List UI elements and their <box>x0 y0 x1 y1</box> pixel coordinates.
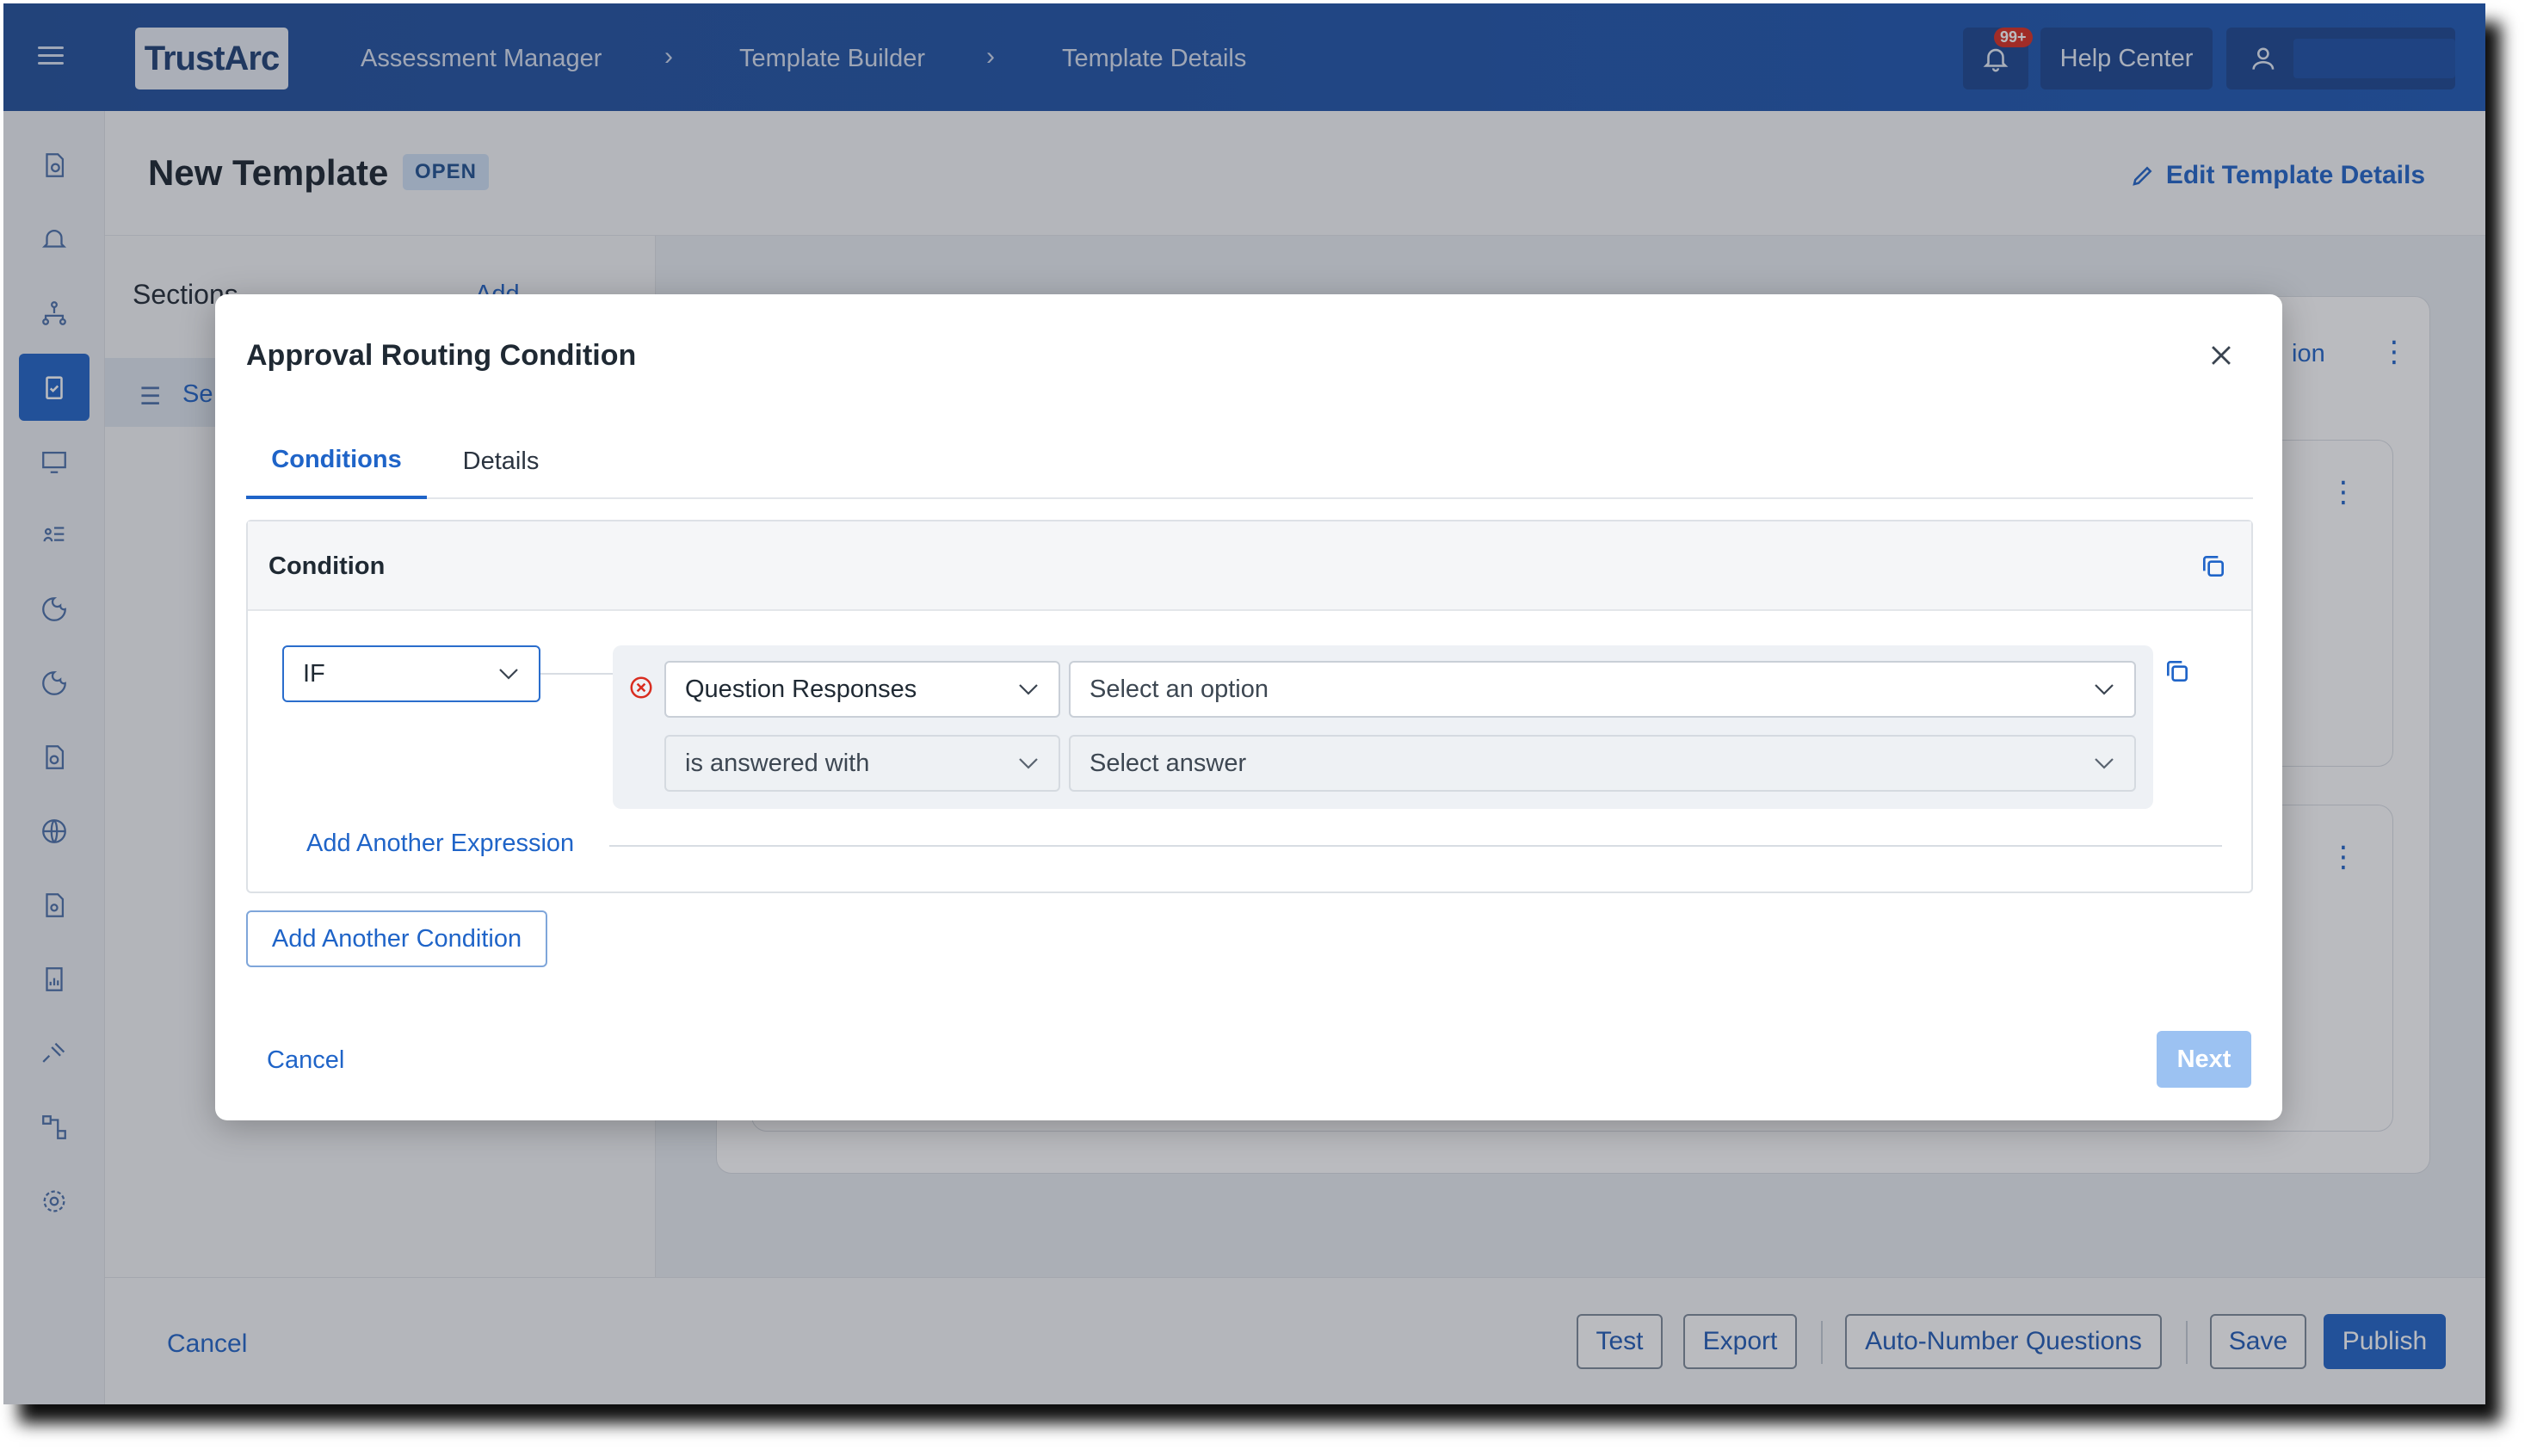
expression-group: Question Responses Select an option is a… <box>613 645 2153 809</box>
answer-select[interactable]: Select answer <box>1069 735 2136 792</box>
remove-expression-icon[interactable] <box>628 675 654 700</box>
expression-source-value: Question Responses <box>685 675 917 703</box>
tab-details[interactable]: Details <box>434 423 568 499</box>
next-button[interactable]: Next <box>2157 1031 2251 1088</box>
connector-line <box>540 673 613 675</box>
close-icon[interactable] <box>2207 341 2236 370</box>
operator-value: IF <box>303 659 325 688</box>
copy-expression-icon[interactable] <box>2164 657 2191 685</box>
copy-icon[interactable] <box>2200 552 2227 580</box>
dialog-tabs: Conditions Details <box>246 423 2253 499</box>
chevron-down-icon <box>499 669 518 680</box>
chevron-down-icon <box>2095 758 2114 769</box>
condition-header: Condition <box>248 521 2251 611</box>
answer-select-placeholder: Select answer <box>1089 749 1247 777</box>
dialog-cancel-link[interactable]: Cancel <box>267 1046 344 1075</box>
chevron-down-icon <box>2095 684 2114 695</box>
question-select-placeholder: Select an option <box>1089 675 1268 703</box>
comparator-value: is answered with <box>685 749 870 777</box>
dialog-title: Approval Routing Condition <box>246 339 637 372</box>
divider-line <box>609 845 2222 847</box>
question-select[interactable]: Select an option <box>1069 661 2136 718</box>
chevron-down-icon <box>1019 684 1038 695</box>
condition-block: Condition IF Question Responses Select a… <box>246 520 2253 893</box>
condition-title: Condition <box>269 552 386 580</box>
chevron-down-icon <box>1019 758 1038 769</box>
comparator-select[interactable]: is answered with <box>664 735 1060 792</box>
add-another-condition-button[interactable]: Add Another Condition <box>246 910 547 967</box>
condition-operator-select[interactable]: IF <box>282 645 540 702</box>
expression-source-select[interactable]: Question Responses <box>664 661 1060 718</box>
add-another-expression-link[interactable]: Add Another Expression <box>306 830 574 858</box>
app-window: TrustArc Assessment Manager › Template B… <box>3 3 2485 1404</box>
approval-routing-condition-dialog: Approval Routing Condition Conditions De… <box>215 294 2282 1120</box>
tab-conditions[interactable]: Conditions <box>246 423 427 499</box>
